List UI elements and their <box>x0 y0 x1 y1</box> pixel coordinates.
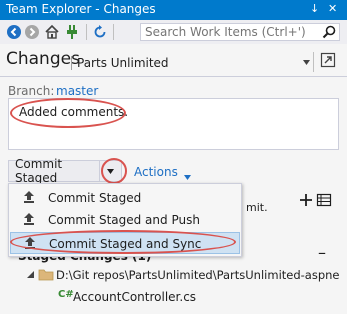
back-icon[interactable] <box>6 24 22 40</box>
commit-staged-label: Commit Staged <box>15 157 63 185</box>
forward-icon[interactable] <box>24 24 40 40</box>
connect-icon[interactable] <box>64 24 80 40</box>
title-bar: Team Explorer - Changes ↓ ✕ <box>0 0 347 20</box>
toolbar-separator <box>86 24 87 40</box>
toolbar-separator <box>113 24 114 40</box>
expand-triangle-icon[interactable] <box>26 268 35 282</box>
window-title: Team Explorer - Changes <box>6 2 156 16</box>
home-icon[interactable] <box>44 24 60 40</box>
pin-icon[interactable]: ↓ <box>310 2 319 15</box>
annotation-ring <box>10 230 236 254</box>
close-icon[interactable]: ✕ <box>328 2 337 15</box>
branch-label: Branch: <box>8 84 55 98</box>
menu-item-commit-staged-push[interactable]: Commit Staged and Push <box>10 209 240 231</box>
hidden-status-text: mit. <box>246 201 268 214</box>
file-name[interactable]: AccountController.cs <box>73 290 196 304</box>
commit-staged-button[interactable]: Commit Staged <box>8 157 100 185</box>
list-view-icon[interactable] <box>316 193 332 210</box>
folder-icon <box>38 268 54 284</box>
menu-item-label: Commit Staged and Push <box>48 213 200 227</box>
page-title: Changes <box>6 49 80 69</box>
commit-icon <box>22 190 36 204</box>
magnifier-icon[interactable] <box>321 24 337 43</box>
branch-link[interactable]: master <box>56 84 98 98</box>
actions-link[interactable]: Actions <box>134 165 178 179</box>
project-name: Parts Unlimited <box>77 56 169 70</box>
add-icon[interactable] <box>299 193 313 210</box>
refresh-icon[interactable] <box>92 24 108 40</box>
csharp-file-icon: C# <box>58 289 74 300</box>
chevron-down-icon[interactable] <box>302 56 311 70</box>
toolbar <box>0 20 347 45</box>
header-separator <box>313 52 314 72</box>
collapse-icon[interactable]: – <box>318 243 326 262</box>
annotation-ring <box>10 98 126 128</box>
annotation-ring <box>101 158 127 184</box>
page-header: Changes Parts Unlimited <box>0 44 347 77</box>
chevron-down-icon[interactable] <box>183 170 192 184</box>
popout-icon[interactable] <box>320 52 336 68</box>
search-box[interactable] <box>140 23 340 41</box>
menu-item-commit-staged[interactable]: Commit Staged <box>10 187 240 209</box>
search-input[interactable] <box>141 24 319 40</box>
commit-icon <box>22 212 36 226</box>
menu-item-label: Commit Staged <box>48 191 142 205</box>
header-divider <box>71 56 72 70</box>
folder-path[interactable]: D:\Git repos\PartsUnlimited\PartsUnlimit… <box>56 268 340 282</box>
